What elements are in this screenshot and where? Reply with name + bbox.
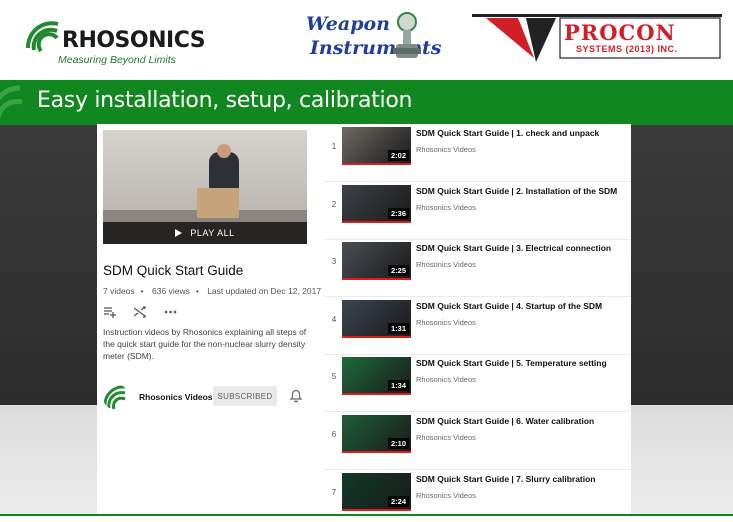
video-count: 7 videos xyxy=(103,286,135,296)
play-all-label: PLAY ALL xyxy=(190,228,235,238)
video-index: 4 xyxy=(331,314,337,324)
thumbnail-box xyxy=(197,188,239,218)
video-title[interactable]: SDM Quick Start Guide | 1. check and unp… xyxy=(416,128,628,138)
weapon-line1: Weapon xyxy=(306,13,390,35)
video-duration: 2:24 xyxy=(387,495,409,507)
procon-logo: PROCON SYSTEMS (2013) INC. xyxy=(466,10,726,68)
play-icon xyxy=(175,229,183,237)
video-duration: 2:10 xyxy=(387,438,409,449)
video-channel[interactable]: Rhosonics Videos xyxy=(416,318,476,327)
video-index: 7 xyxy=(331,487,337,497)
playlist-thumbnail[interactable]: PLAY ALL xyxy=(103,130,307,244)
video-duration: 2:02 xyxy=(387,150,409,161)
video-index: 6 xyxy=(331,430,337,439)
video-index: 3 xyxy=(331,257,337,267)
meta-separator: • xyxy=(195,286,199,296)
playlist-actions xyxy=(103,304,177,320)
video-index: 1 xyxy=(331,142,337,151)
video-title[interactable]: SDM Quick Start Guide | 4. Startup of th… xyxy=(416,301,628,311)
channel-avatar[interactable] xyxy=(103,384,129,410)
video-channel[interactable]: Rhosonics Videos xyxy=(416,203,476,212)
procon-name: PROCON xyxy=(564,20,676,45)
play-all-button[interactable]: PLAY ALL xyxy=(103,222,307,244)
video-thumbnail[interactable]: 2:02 xyxy=(342,127,411,165)
playlist-meta: 7 videos • 636 views • Last updated on Dec… xyxy=(103,286,327,296)
video-channel[interactable]: Rhosonics Videos xyxy=(416,260,476,269)
video-duration: 1:31 xyxy=(387,322,409,334)
playlist-video-row[interactable]: 5 1:34 SDM Quick Start Guide | 5. Temperat… xyxy=(325,354,631,413)
playlist-title: SDM Quick Start Guide xyxy=(103,263,244,278)
video-thumbnail[interactable]: 2:24 xyxy=(342,472,411,511)
playlist-video-row[interactable]: 7 2:24 SDM Quick Start Guide | 7. Slurry c… xyxy=(325,470,631,522)
banner-arc-icon xyxy=(0,85,23,125)
rhosonics-arc-icon xyxy=(25,21,59,53)
playlist-owner: Rhosonics Videos SUBSCRIBED xyxy=(103,384,309,410)
valve-icon xyxy=(393,12,421,58)
video-thumbnail[interactable]: 2:10 xyxy=(342,415,411,453)
add-to-queue-icon[interactable] xyxy=(103,305,117,319)
rhosonics-avatar-icon xyxy=(103,385,126,410)
slide-title: Easy installation, setup, calibration xyxy=(37,88,413,113)
slide-banner: Easy installation, setup, calibration xyxy=(0,80,733,125)
channel-name[interactable]: Rhosonics Videos xyxy=(139,392,213,402)
video-title[interactable]: SDM Quick Start Guide | 3. Electrical co… xyxy=(416,243,628,253)
thumbnail-person xyxy=(209,152,239,192)
meta-separator: • xyxy=(140,286,144,296)
procon-subtitle: SYSTEMS (2013) INC. xyxy=(576,44,678,54)
video-title[interactable]: SDM Quick Start Guide | 7. Slurry calibr… xyxy=(416,474,628,484)
video-duration: 1:34 xyxy=(387,380,409,392)
rhosonics-tagline: Measuring Beyond Limits xyxy=(58,54,176,66)
playlist-video-row[interactable]: 3 2:25 SDM Quick Start Guide | 3. Electric… xyxy=(325,239,631,298)
video-duration: 2:36 xyxy=(387,207,409,219)
playlist-video-row[interactable]: 1 2:02 SDM Quick Start Guide | 1. check an… xyxy=(325,124,631,182)
video-title[interactable]: SDM Quick Start Guide | 5. Temperature s… xyxy=(416,358,628,368)
logo-bar: RHOSONICS Measuring Beyond Limits Weapon… xyxy=(0,0,733,80)
video-channel[interactable]: Rhosonics Videos xyxy=(416,375,476,384)
view-count: 636 views xyxy=(152,286,190,296)
thumbnail-person-head xyxy=(217,144,231,158)
video-channel[interactable]: Rhosonics Videos xyxy=(416,433,476,442)
last-updated: Last updated on Dec 12, 2017 xyxy=(207,286,322,296)
notification-bell-icon[interactable] xyxy=(289,389,303,403)
playlist-video-row[interactable]: 6 2:10 SDM Quick Start Guide | 6. Water ca… xyxy=(325,412,631,470)
playlist-video-row[interactable]: 4 1:31 SDM Quick Start Guide | 4. Startup … xyxy=(325,297,631,355)
video-thumbnail[interactable]: 2:36 xyxy=(342,184,411,223)
video-index: 2 xyxy=(331,199,337,209)
video-title[interactable]: SDM Quick Start Guide | 2. Installation … xyxy=(416,186,628,196)
more-options-icon[interactable] xyxy=(163,305,177,319)
video-channel[interactable]: Rhosonics Videos xyxy=(416,491,476,500)
video-channel[interactable]: Rhosonics Videos xyxy=(416,145,476,154)
playlist-video-row[interactable]: 2 2:36 SDM Quick Start Guide | 2. Installa… xyxy=(325,182,631,240)
video-thumbnail[interactable]: 2:25 xyxy=(342,242,411,281)
shuffle-icon[interactable] xyxy=(133,305,147,319)
video-title[interactable]: SDM Quick Start Guide | 6. Water calibra… xyxy=(416,416,628,426)
subscribed-button[interactable]: SUBSCRIBED xyxy=(213,386,277,406)
rhosonics-name: RHOSONICS xyxy=(62,28,206,53)
youtube-playlist-panel: PLAY ALL SDM Quick Start Guide 7 videos •… xyxy=(97,124,631,514)
playlist-sidebar: PLAY ALL SDM Quick Start Guide 7 videos •… xyxy=(97,124,321,514)
playlist-description: Instruction videos by Rhosonics explaini… xyxy=(103,327,307,361)
video-index: 5 xyxy=(331,372,337,382)
weapon-instruments-logo: Weapon Instruments xyxy=(300,8,441,72)
playlist-video-list: 1 2:02 SDM Quick Start Guide | 1. check an… xyxy=(325,124,631,514)
video-thumbnail[interactable]: 1:31 xyxy=(342,299,411,338)
video-duration: 2:25 xyxy=(387,265,409,277)
video-thumbnail[interactable]: 1:34 xyxy=(342,357,411,396)
rhosonics-logo: RHOSONICS Measuring Beyond Limits xyxy=(24,18,214,66)
